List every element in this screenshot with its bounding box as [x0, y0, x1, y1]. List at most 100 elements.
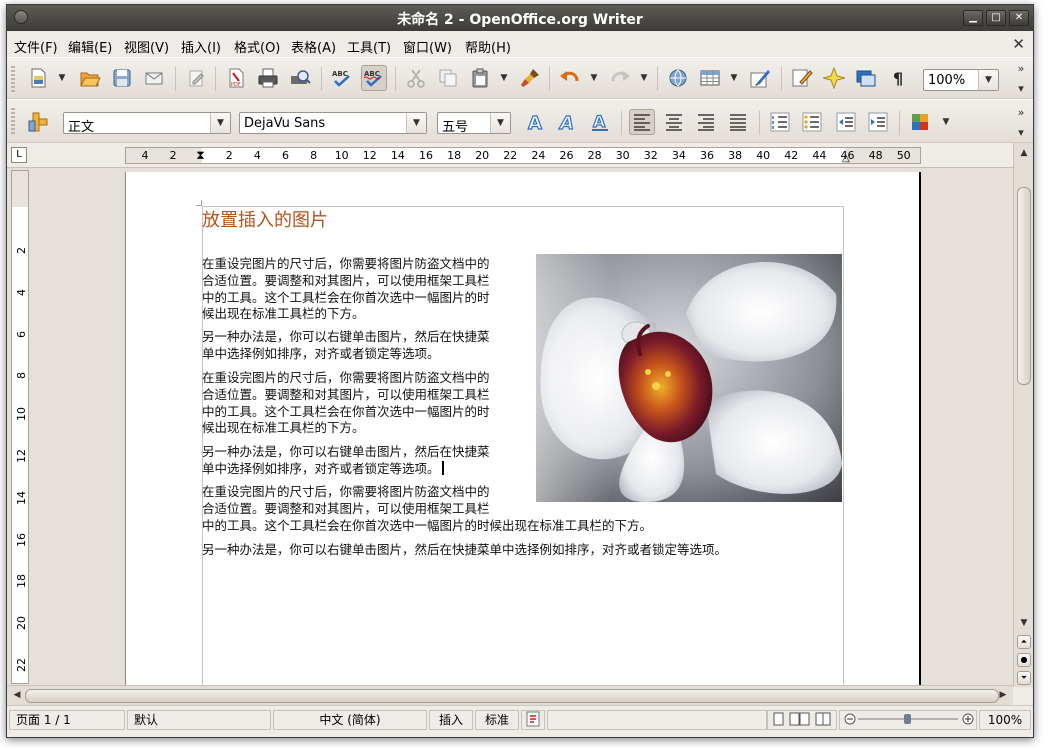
edit-file-icon[interactable] [183, 65, 209, 91]
font-name-combobox[interactable]: DejaVu Sans ▼ [239, 112, 427, 134]
copy-icon[interactable] [435, 65, 461, 91]
menu-view[interactable]: 视图(V) [124, 37, 169, 56]
format-paintbrush-icon[interactable] [517, 65, 543, 91]
paste-dropdown-arrow[interactable]: ▼ [499, 65, 509, 91]
formatting-marks-icon[interactable]: ¶ [885, 65, 911, 91]
horizontal-scroll-thumb[interactable] [25, 689, 999, 703]
chevron-down-icon[interactable]: ▼ [490, 113, 510, 133]
open-icon[interactable] [77, 65, 103, 91]
export-pdf-icon[interactable]: PDF [223, 65, 249, 91]
document-paragraph[interactable]: 在重设完图片的尺寸后，你需要将图片防盗文档中的 合适位置。要调整和对其图片，可以… [202, 370, 490, 437]
menu-edit[interactable]: 编辑(E) [68, 37, 112, 56]
language-indicator[interactable]: 中文 (简体) [273, 710, 427, 730]
new-document-icon[interactable] [25, 65, 51, 91]
email-icon[interactable] [141, 65, 167, 91]
align-left-icon[interactable] [629, 109, 655, 135]
chevron-down-icon[interactable]: ▼ [406, 113, 426, 133]
document-page[interactable]: 放置插入的图片 在重设完图片的尺寸后，你需要将图片防盗文档中的 合适位置。要调整… [125, 172, 921, 685]
horizontal-scrollbar[interactable]: ◀ ▶ [7, 685, 1013, 705]
redo-icon[interactable] [607, 65, 633, 91]
horizontal-ruler[interactable]: 4 2 2 4 6 8 10 12 14 16 18 20 22 24 26 28 30 32 34 36 38 40 42… [125, 147, 921, 164]
align-center-icon[interactable] [661, 109, 687, 135]
italic-icon[interactable]: A [555, 109, 581, 135]
vertical-scroll-thumb[interactable] [1017, 187, 1031, 385]
document-heading[interactable]: 放置插入的图片 [202, 206, 328, 232]
navigator-icon[interactable] [821, 65, 847, 91]
ruler-label: 18 [15, 574, 28, 589]
decrease-indent-icon[interactable] [833, 109, 859, 135]
undo-dropdown-arrow[interactable]: ▼ [589, 65, 599, 91]
save-icon[interactable] [109, 65, 135, 91]
menu-format[interactable]: 格式(O) [234, 37, 280, 56]
table-dropdown-arrow[interactable]: ▼ [729, 65, 739, 91]
close-document-icon[interactable]: ✕ [1012, 35, 1025, 53]
undo-icon[interactable] [557, 65, 583, 91]
maximize-button[interactable]: □ [986, 10, 1006, 26]
scroll-up-icon[interactable]: ▲ [1017, 147, 1031, 161]
zoom-percentage[interactable]: 100% [979, 710, 1031, 730]
next-page-icon[interactable]: ⏷ [1017, 671, 1031, 685]
font-size-combobox[interactable]: 五号 ▼ [437, 112, 511, 135]
scroll-right-icon[interactable]: ▶ [996, 689, 1010, 703]
menu-file[interactable]: 文件(F) [14, 37, 58, 56]
styles-formatting-icon[interactable] [25, 109, 51, 135]
menu-tools[interactable]: 工具(T) [347, 37, 391, 56]
gallery-icon[interactable] [853, 65, 879, 91]
scroll-left-icon[interactable]: ◀ [10, 689, 24, 703]
menu-insert[interactable]: 插入(I) [181, 37, 221, 56]
font-color-icon[interactable] [907, 109, 933, 135]
table-icon[interactable] [697, 65, 723, 91]
new-dropdown-arrow[interactable]: ▼ [57, 65, 67, 91]
menu-table[interactable]: 表格(A) [291, 37, 336, 56]
auto-spellcheck-icon[interactable]: ABC [361, 65, 387, 91]
vertical-scrollbar[interactable]: ▲ ▼ ⏶ ● ⏷ [1013, 143, 1033, 687]
orchid-image[interactable] [536, 254, 842, 502]
justify-icon[interactable] [725, 109, 751, 135]
close-button[interactable]: ✕ [1009, 10, 1029, 26]
right-indent-marker-icon[interactable]: △ [842, 153, 850, 164]
font-color-dropdown-arrow[interactable]: ▼ [941, 109, 951, 135]
minimize-button[interactable]: ▁ [963, 10, 983, 26]
show-draw-functions-icon[interactable] [747, 65, 773, 91]
spellcheck-icon[interactable]: ABC [329, 65, 355, 91]
document-paragraph[interactable]: 另一种办法是，你可以右键单击图片，然后在快捷菜 单中选择例如排序，对齐或者锁定等… [202, 329, 490, 363]
page-style[interactable]: 默认 [127, 710, 271, 730]
underline-icon[interactable]: A [587, 109, 613, 135]
vertical-ruler[interactable]: 2 4 6 8 10 12 14 16 18 20 22 [11, 170, 29, 684]
align-right-icon[interactable] [693, 109, 719, 135]
bold-icon[interactable]: A [523, 109, 549, 135]
find-replace-icon[interactable] [789, 65, 815, 91]
menu-window[interactable]: 窗口(W) [403, 37, 452, 56]
previous-page-icon[interactable]: ⏶ [1017, 635, 1031, 649]
zoom-slider[interactable] [839, 710, 977, 730]
selection-mode[interactable]: 标准 [475, 710, 519, 730]
redo-dropdown-arrow[interactable]: ▼ [639, 65, 649, 91]
chevron-down-icon[interactable]: ▼ [210, 113, 230, 133]
toolbar-grip[interactable] [11, 108, 15, 134]
print-preview-icon[interactable] [287, 65, 313, 91]
paste-icon[interactable] [467, 65, 493, 91]
document-paragraph-with-cursor[interactable]: 另一种办法是，你可以右键单击图片，然后在快捷菜 单中选择例如排序，对齐或者锁定等… [202, 444, 490, 478]
increase-indent-icon[interactable] [865, 109, 891, 135]
numbering-icon[interactable] [767, 109, 793, 135]
document-workarea[interactable]: 2 4 6 8 10 12 14 16 18 20 22 放置插入的图片 在重设完图片的尺寸后，你需… [7, 167, 1013, 685]
tab-stop-selector[interactable]: L [11, 147, 27, 163]
hyperlink-icon[interactable] [665, 65, 691, 91]
menu-help[interactable]: 帮助(H) [465, 37, 511, 56]
paragraph-style-combobox[interactable]: 正文 ▼ [63, 112, 231, 135]
insert-mode[interactable]: 插入 [429, 710, 473, 730]
zoom-combobox[interactable]: 100% ▼ [923, 69, 999, 91]
page-indicator[interactable]: 页面 1 / 1 [9, 710, 125, 730]
scroll-down-icon[interactable]: ▼ [1017, 617, 1031, 631]
document-paragraph[interactable]: 另一种办法是，你可以右键单击图片，然后在快捷菜单中选择例如排序，对齐或者锁定等选… [202, 542, 727, 559]
document-paragraph[interactable]: 在重设完图片的尺寸后，你需要将图片防盗文档中的 合适位置。要调整和对其图片，可以… [202, 256, 490, 323]
chevron-down-icon[interactable]: ▼ [978, 70, 998, 90]
indent-marker-icon[interactable]: ⧗ [196, 148, 204, 162]
toolbar-overflow-icon[interactable]: » ▾ [1015, 107, 1027, 138]
toolbar-overflow-icon[interactable]: » ▾ [1015, 63, 1027, 94]
cut-icon[interactable] [403, 65, 429, 91]
navigation-icon[interactable]: ● [1017, 653, 1031, 667]
bullets-icon[interactable] [799, 109, 825, 135]
print-icon[interactable] [255, 65, 281, 91]
toolbar-grip[interactable] [11, 66, 15, 92]
